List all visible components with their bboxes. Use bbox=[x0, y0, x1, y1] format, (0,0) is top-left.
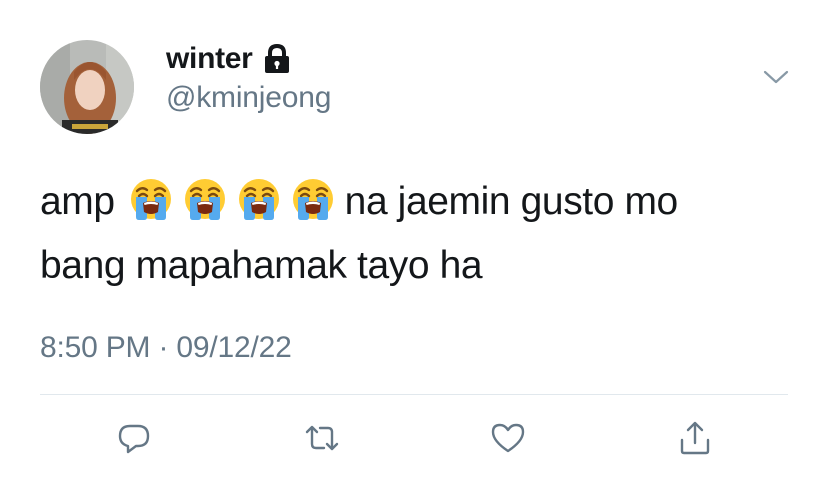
tweet-text-end: na jaemin gusto mo bbox=[344, 180, 679, 223]
tweet-line-2: bang mapahamak tayo ha bbox=[40, 244, 483, 287]
retweet-button[interactable] bbox=[302, 418, 342, 458]
action-bar bbox=[40, 408, 788, 466]
display-name-row: winter bbox=[166, 41, 292, 77]
user-handle[interactable]: @kminjeong bbox=[166, 81, 331, 115]
loudly-crying-face-icon bbox=[183, 177, 227, 221]
display-name[interactable]: winter bbox=[166, 42, 253, 76]
reply-icon bbox=[118, 424, 150, 454]
loudly-crying-face-icon bbox=[129, 177, 173, 221]
loudly-crying-face-icon bbox=[237, 177, 281, 221]
share-button[interactable] bbox=[675, 418, 715, 458]
tweet-line-1: amp na jaemin gusto mo bbox=[40, 170, 800, 234]
lock-icon bbox=[262, 43, 292, 75]
reply-button[interactable] bbox=[114, 418, 154, 458]
tweet-timestamp[interactable]: 8:50 PM · 09/12/22 bbox=[40, 331, 292, 365]
loudly-crying-face-icon bbox=[291, 177, 335, 221]
emoji-group bbox=[129, 177, 335, 221]
retweet-icon bbox=[305, 425, 339, 451]
avatar-image bbox=[40, 40, 134, 134]
tweet-text-start: amp bbox=[40, 180, 115, 223]
tweet-text: amp na jaemin gusto mo bang mapahamak tay… bbox=[40, 170, 800, 298]
like-button[interactable] bbox=[488, 418, 528, 458]
heart-icon bbox=[491, 423, 525, 453]
chevron-down-icon[interactable] bbox=[763, 68, 789, 86]
share-icon bbox=[680, 421, 710, 455]
avatar[interactable] bbox=[40, 40, 134, 134]
divider bbox=[40, 394, 788, 395]
